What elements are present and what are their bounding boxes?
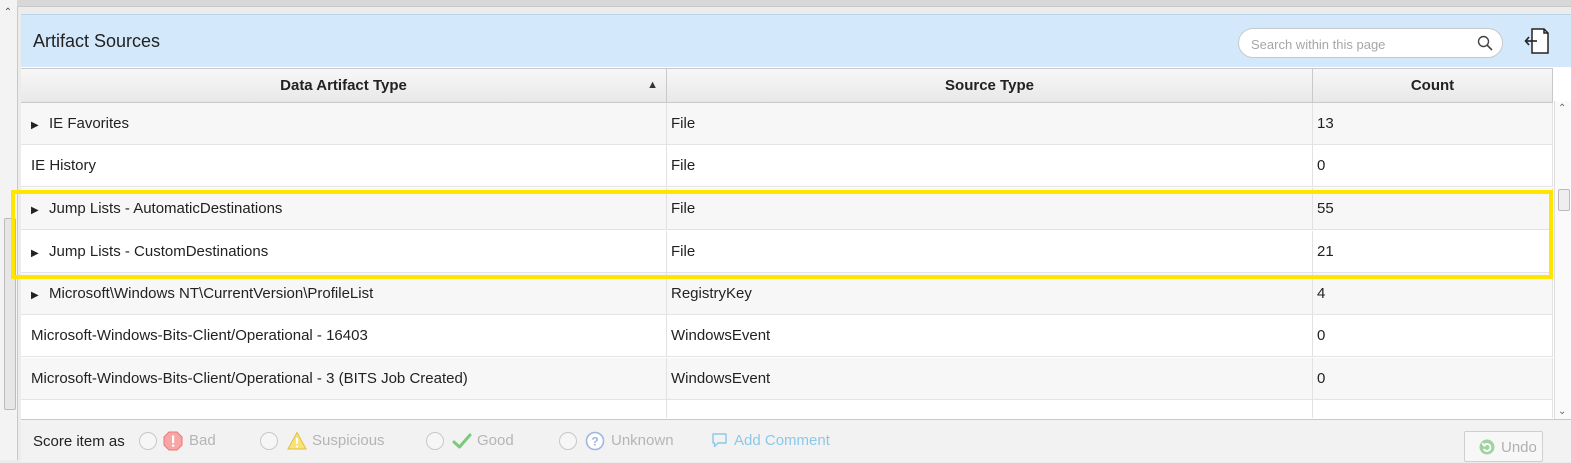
artifact-type-cell: ▶ IE Favorites (21, 103, 667, 145)
sort-ascending-icon[interactable]: ▲ (647, 69, 658, 102)
count-cell: 21 (1313, 231, 1553, 273)
score-option-label: Unknown (611, 432, 674, 449)
export-document-icon[interactable] (1524, 27, 1550, 55)
warning-icon (287, 431, 307, 450)
column-header-data-artifact-type[interactable]: Data Artifact Type ▲ (21, 69, 667, 102)
table-row[interactable]: IE History File 0 (21, 145, 1553, 187)
radio-unknown[interactable] (559, 432, 577, 450)
source-type-cell: File (667, 231, 1313, 273)
score-option-label: Bad (189, 432, 216, 449)
artifact-type-cell: Microsoft-Windows-Bits-Client/Operationa… (21, 358, 667, 400)
undo-icon (1479, 439, 1495, 455)
checkmark-icon (452, 433, 472, 449)
radio-bad[interactable] (139, 432, 157, 450)
artifact-type-cell: IE History (21, 145, 667, 187)
artifact-type-label: Microsoft\Windows NT\CurrentVersion\Prof… (49, 285, 374, 302)
outer-scrollbar[interactable]: ⌃ (0, 0, 18, 460)
bad-icon (163, 431, 183, 451)
source-type-cell: WindowsEvent (667, 358, 1313, 400)
count-cell: 0 (1313, 315, 1553, 357)
panel-header: Artifact Sources (21, 15, 1571, 67)
column-header-count[interactable]: Count (1313, 69, 1553, 102)
column-header-label: Data Artifact Type (280, 77, 407, 94)
artifact-type-cell: ▶ Jump Lists - AutomaticDestinations (21, 188, 667, 230)
scroll-up-arrow-icon[interactable]: ⌃ (3, 8, 13, 18)
svg-text:?: ? (591, 435, 598, 449)
table-row[interactable]: ▶ IE Favorites File 13 (21, 103, 1553, 145)
count-cell: 55 (1313, 188, 1553, 230)
table-header: Data Artifact Type ▲ Source Type Count (21, 68, 1553, 103)
scroll-up-arrow-icon[interactable]: ⌃ (1558, 103, 1566, 114)
table-row[interactable]: ▶ Jump Lists - AutomaticDestinations File… (21, 188, 1553, 230)
undo-label: Undo (1501, 439, 1537, 456)
scrollbar-thumb[interactable] (4, 218, 16, 410)
question-mark-icon: ? (585, 431, 605, 451)
artifact-sources-panel: Artifact Sources Data Artifact Type ▲ So… (21, 14, 1571, 462)
artifact-type-cell: ▶ Microsoft\Windows NT\CurrentVersion\Pro… (21, 273, 667, 315)
count-cell: 13 (1313, 103, 1553, 145)
table-body: ▶ IE Favorites File 13 IE History File 0 … (21, 103, 1553, 418)
source-type-cell: WindowsEvent (667, 315, 1313, 357)
score-option-label: Good (477, 432, 514, 449)
source-type-cell (667, 400, 1313, 418)
table-row[interactable]: Microsoft-Windows-Bits-Client/Operationa… (21, 315, 1553, 357)
radio-good[interactable] (426, 432, 444, 450)
page-title: Artifact Sources (33, 31, 161, 51)
score-item-label: Score item as (33, 433, 125, 450)
search-input[interactable] (1249, 33, 1473, 55)
expand-triangle-icon[interactable]: ▶ (31, 233, 49, 273)
top-divider (17, 0, 1571, 7)
score-option-label: Suspicious (312, 432, 385, 449)
table-row-partial[interactable] (21, 400, 1553, 418)
table-row[interactable]: ▶ Jump Lists - CustomDestinations File 21 (21, 231, 1553, 273)
table-vertical-scrollbar[interactable]: ⌃ ⌄ (1554, 101, 1571, 419)
search-icon[interactable] (1476, 34, 1494, 52)
artifact-type-cell: Microsoft-Windows-Bits-Client/Operationa… (21, 315, 667, 357)
scrollbar-thumb[interactable] (1558, 189, 1570, 211)
source-type-cell: RegistryKey (667, 273, 1313, 315)
artifact-type-label: Jump Lists - AutomaticDestinations (49, 200, 283, 217)
comment-icon (712, 433, 727, 448)
source-type-cell: File (667, 103, 1313, 145)
source-type-cell: File (667, 188, 1313, 230)
column-header-source-type[interactable]: Source Type (667, 69, 1313, 102)
expand-triangle-icon[interactable]: ▶ (31, 275, 49, 315)
expand-triangle-icon[interactable]: ▶ (31, 190, 49, 230)
source-type-cell: File (667, 145, 1313, 187)
count-cell: 0 (1313, 358, 1553, 400)
count-cell (1313, 400, 1553, 418)
count-cell: 4 (1313, 273, 1553, 315)
scoring-footer: Score item as Bad Suspicious Good ? Unkn… (21, 419, 1571, 462)
undo-button[interactable]: Undo (1464, 431, 1543, 462)
artifact-type-label: IE Favorites (49, 115, 130, 132)
scroll-down-arrow-icon[interactable]: ⌄ (1558, 406, 1566, 417)
add-comment-label: Add Comment (734, 432, 830, 449)
search-box[interactable] (1238, 28, 1503, 58)
radio-suspicious[interactable] (260, 432, 278, 450)
table-row[interactable]: Microsoft-Windows-Bits-Client/Operationa… (21, 358, 1553, 400)
column-header-label: Source Type (945, 77, 1034, 94)
count-cell: 0 (1313, 145, 1553, 187)
table-row[interactable]: ▶ Microsoft\Windows NT\CurrentVersion\Pro… (21, 273, 1553, 315)
artifact-type-cell (21, 400, 667, 418)
expand-triangle-icon[interactable]: ▶ (31, 105, 49, 145)
artifact-type-cell: ▶ Jump Lists - CustomDestinations (21, 231, 667, 273)
column-header-label: Count (1410, 77, 1455, 94)
artifact-type-label: Jump Lists - CustomDestinations (49, 243, 269, 260)
